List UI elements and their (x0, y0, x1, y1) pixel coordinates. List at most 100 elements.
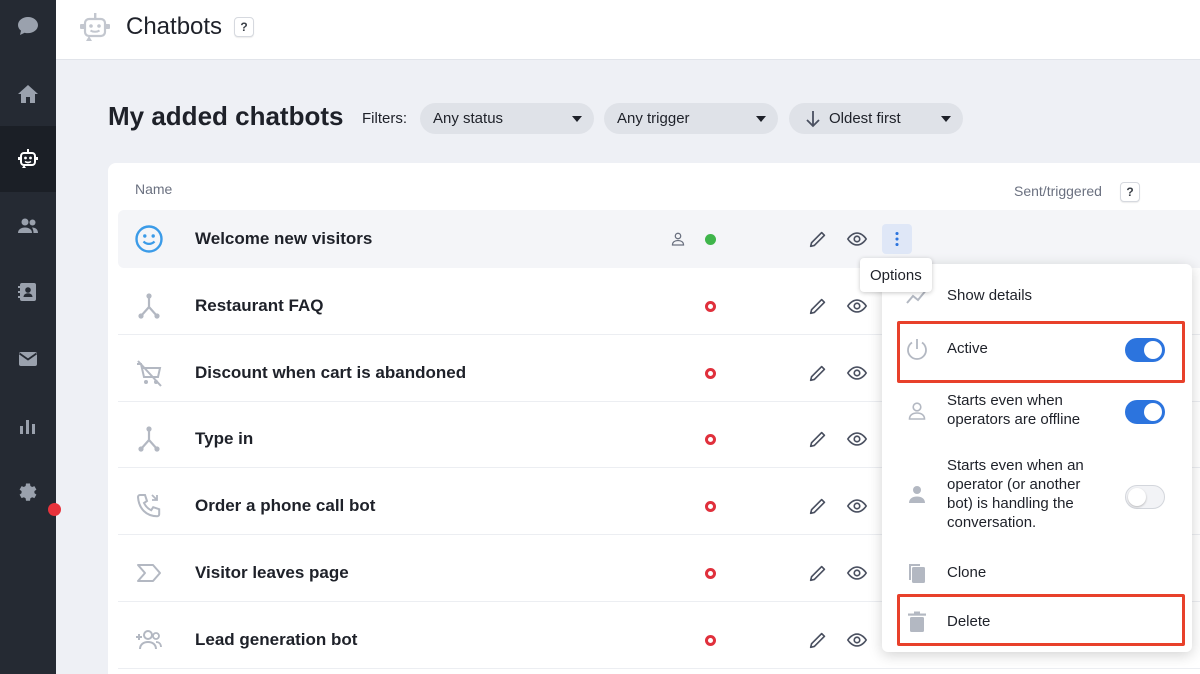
menu-label-line: bot) is handling the (947, 495, 1074, 512)
menu-label: Delete (947, 613, 991, 630)
menu-item-active[interactable]: Active (882, 326, 1192, 376)
pencil-icon (809, 231, 826, 248)
table-row[interactable]: Welcome new visitors (118, 210, 1200, 268)
user-icon (671, 232, 685, 246)
menu-label: Starts even when an operator (or another… (947, 456, 1084, 532)
nav-analytics[interactable] (0, 393, 56, 459)
add-users-icon (136, 630, 162, 650)
chat-bubble-icon (18, 17, 38, 35)
preview-button[interactable] (844, 360, 870, 386)
row-name[interactable]: Lead generation bot (195, 630, 357, 650)
menu-label: Clone (947, 564, 987, 581)
eye-icon (846, 499, 868, 513)
robot-icon (18, 149, 38, 168)
caret-down-icon (756, 116, 766, 122)
menu-label-line: Starts even when an (947, 457, 1084, 474)
user-icon (908, 402, 926, 420)
menu-label: Active (947, 340, 988, 357)
toggle-knob (1144, 341, 1162, 359)
row-name[interactable]: Welcome new visitors (195, 229, 372, 249)
nav-contacts[interactable] (0, 193, 56, 259)
toggle-knob (1144, 403, 1162, 421)
envelope-icon (18, 352, 38, 366)
status-inactive-dot (705, 635, 716, 646)
status-filter-select[interactable]: Any status (420, 103, 594, 134)
edit-button[interactable] (805, 627, 831, 653)
row-name[interactable]: Discount when cart is abandoned (195, 363, 466, 383)
preview-button[interactable] (844, 293, 870, 319)
menu-item-clone[interactable]: Clone (882, 556, 1192, 590)
trigger-filter-select[interactable]: Any trigger (604, 103, 778, 134)
handling-toggle[interactable] (1125, 485, 1165, 509)
nav-home[interactable] (0, 61, 56, 127)
eye-icon (846, 366, 868, 380)
menu-label-line: conversation. (947, 514, 1037, 531)
status-active-dot (705, 234, 716, 245)
sort-value: Oldest first (829, 110, 901, 127)
status-inactive-dot (705, 501, 716, 512)
trash-icon (908, 611, 926, 632)
arrow-down-icon (806, 110, 820, 127)
column-header-name: Name (135, 181, 173, 197)
status-filter-value: Any status (433, 110, 504, 127)
sent-help-button[interactable]: ? (1120, 182, 1140, 202)
nav-chat[interactable] (0, 0, 56, 59)
row-name[interactable]: Order a phone call bot (195, 496, 375, 516)
preview-button[interactable] (844, 226, 870, 252)
row-name[interactable]: Type in (195, 429, 253, 449)
options-menu: Show details Active Starts even when ope… (882, 264, 1192, 652)
menu-label-line: Starts even when (947, 392, 1063, 409)
active-toggle[interactable] (1125, 338, 1165, 362)
eye-icon (846, 299, 868, 313)
nav-settings[interactable] (0, 459, 56, 525)
status-inactive-dot (705, 434, 716, 445)
pencil-icon (809, 632, 826, 649)
preview-button[interactable] (844, 493, 870, 519)
caret-down-icon (941, 116, 951, 122)
pencil-icon (809, 298, 826, 315)
sidebar (0, 0, 61, 674)
menu-label-line: operator (or another (947, 476, 1081, 493)
preview-button[interactable] (844, 627, 870, 653)
eye-icon (846, 633, 868, 647)
branch-icon (138, 426, 160, 452)
page-title: My added chatbots (108, 101, 344, 131)
offline-toggle[interactable] (1125, 400, 1165, 424)
edit-button[interactable] (805, 360, 831, 386)
status-inactive-dot (705, 368, 716, 379)
branch-icon (138, 293, 160, 319)
preview-button[interactable] (844, 426, 870, 452)
kebab-menu-icon (895, 231, 899, 247)
contact-book-icon (18, 283, 36, 301)
edit-button[interactable] (805, 226, 831, 252)
gear-icon (19, 483, 37, 501)
chatbot-logo-icon (80, 13, 110, 41)
trigger-filter-value: Any trigger (617, 110, 690, 127)
edit-button[interactable] (805, 493, 831, 519)
nav-address-book[interactable] (0, 259, 56, 325)
edit-button[interactable] (805, 426, 831, 452)
options-button[interactable] (882, 224, 912, 254)
preview-button[interactable] (844, 560, 870, 586)
pencil-icon (809, 365, 826, 382)
menu-item-delete[interactable]: Delete (882, 605, 1192, 639)
users-icon (18, 218, 38, 233)
bar-chart-icon (20, 420, 35, 434)
edit-button[interactable] (805, 560, 831, 586)
user-filled-icon (909, 486, 925, 503)
pencil-icon (809, 431, 826, 448)
exit-icon (137, 564, 161, 582)
row-name[interactable]: Visitor leaves page (195, 563, 349, 583)
edit-button[interactable] (805, 293, 831, 319)
eye-icon (846, 232, 868, 246)
menu-item-offline[interactable]: Starts even when operators are offline (882, 388, 1192, 438)
header-help-button[interactable]: ? (234, 17, 254, 37)
sort-select[interactable]: Oldest first (789, 103, 963, 134)
pencil-icon (809, 498, 826, 515)
menu-item-handling[interactable]: Starts even when an operator (or another… (882, 454, 1192, 534)
column-header-sent: Sent/triggered (1014, 183, 1102, 199)
eye-icon (846, 432, 868, 446)
nav-chatbots[interactable] (0, 126, 56, 192)
row-name[interactable]: Restaurant FAQ (195, 296, 323, 316)
nav-email[interactable] (0, 326, 56, 392)
